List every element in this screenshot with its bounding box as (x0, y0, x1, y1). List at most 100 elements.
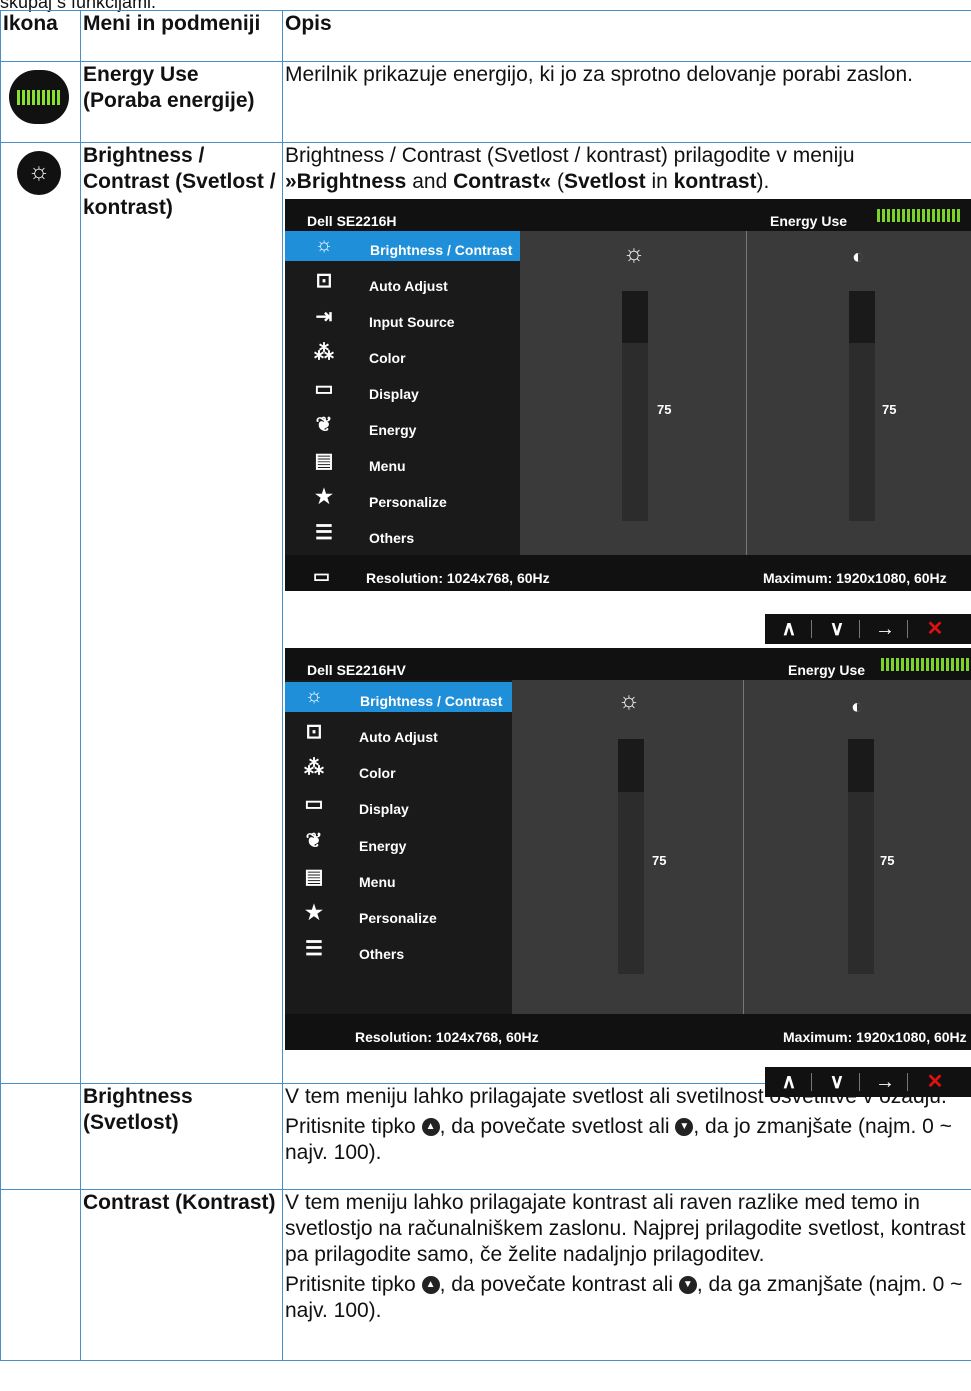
osd-header: Dell SE2216HV Energy Use (285, 648, 971, 680)
enter-button[interactable]: → (865, 614, 905, 644)
resolution-text: Resolution: 1024x768, 60Hz (366, 570, 550, 586)
brightness-sun-icon: ☼ (17, 151, 61, 195)
contrast-row: Contrast (Kontrast) V tem meniju lahko p… (0, 1189, 971, 1361)
header-menu: Meni in podmeniji (80, 10, 283, 62)
osd-menu: ☼ Brightness / Contrast ⊡ Auto Adjust ⇥ Inp… (285, 231, 520, 555)
contrast-icon: ◐ (852, 246, 865, 268)
brightness-value: 75 (652, 853, 667, 868)
menu-item-color[interactable]: ⁂ Color (285, 754, 512, 784)
brightness-slider[interactable] (622, 291, 648, 521)
menu-item-menu[interactable]: ▤ Menu (285, 447, 520, 477)
menu-item-input-source[interactable]: ⇥ Input Source (285, 303, 520, 333)
display-icon: ▭ (304, 793, 324, 815)
brightness-sun-icon: ☼ (623, 240, 645, 267)
color-icon: ⁂ (304, 757, 324, 779)
brightness-icon: ☼ (314, 234, 334, 256)
osd-navigation-bar-1: ∧ ∨ → ✕ (765, 614, 971, 644)
brightness-row: Brightness (Svetlost) V tem meniju lahko… (0, 1083, 971, 1190)
down-button-icon: ▼ (678, 1276, 697, 1295)
brightness-icon-cell: ☼ (0, 142, 81, 1084)
energy-row: Energy Use (Poraba energije) Merilnik pr… (0, 61, 971, 143)
brightness-sun-icon: ☼ (618, 687, 640, 714)
menu-item-energy[interactable]: ❦ Energy (285, 411, 520, 441)
brightness-desc: V tem meniju lahko prilagajate svetlost … (282, 1083, 971, 1190)
nav-separator (907, 1073, 908, 1091)
brightness-contrast-row: ☼ Brightness / Contrast (Svetlost / kont… (0, 142, 971, 1097)
menu-item-energy[interactable]: ❦ Energy (285, 827, 512, 857)
contrast-menu-name: Contrast (Kontrast) (80, 1189, 283, 1361)
osd-screenshot-se2216h: Dell SE2216H Energy Use ☼ Brightness / Co… (285, 199, 971, 591)
energy-desc: Merilnik prikazuje energijo, ki jo za sp… (282, 61, 971, 143)
brightness-contrast-desc-cell: Brightness / Contrast (Svetlost / kontra… (282, 142, 971, 1097)
down-button[interactable]: ∨ (817, 614, 857, 644)
others-sliders-icon: ☰ (305, 938, 323, 960)
resolution-text: Resolution: 1024x768, 60Hz (355, 1029, 539, 1045)
energy-meter-icon (9, 70, 69, 124)
auto-adjust-icon: ⊡ (315, 270, 333, 292)
star-icon: ★ (315, 486, 333, 508)
auto-adjust-icon: ⊡ (305, 721, 323, 743)
nav-separator (907, 620, 908, 638)
up-button-icon: ▲ (421, 1276, 440, 1295)
menu-item-display[interactable]: ▭ Display (285, 375, 520, 405)
menu-item-others[interactable]: ☰ Others (285, 935, 512, 965)
menu-item-personalize[interactable]: ★ Personalize (285, 483, 520, 513)
nav-separator (811, 620, 812, 638)
osd-screenshot-se2216hv: Dell SE2216HV Energy Use ☼ Brightness / C… (285, 648, 971, 1050)
others-sliders-icon: ☰ (315, 522, 333, 544)
menu-item-others[interactable]: ☰ Others (285, 519, 520, 549)
nav-separator (811, 1073, 812, 1091)
contrast-slider[interactable] (849, 291, 875, 521)
brightness-slider[interactable] (618, 739, 644, 974)
close-button[interactable]: ✕ (915, 1067, 955, 1097)
menu-item-personalize[interactable]: ★ Personalize (285, 899, 512, 929)
down-button-icon: ▼ (675, 1118, 694, 1137)
contrast-slider[interactable] (848, 739, 874, 974)
energy-menu-name: Energy Use (Poraba energije) (80, 61, 283, 143)
up-button[interactable]: ∧ (769, 614, 809, 644)
contrast-icon: ◐ (851, 696, 864, 718)
enter-button[interactable]: → (865, 1067, 905, 1097)
header-icon: Ikona (0, 10, 81, 62)
menu-item-display[interactable]: ▭ Display (285, 790, 512, 820)
osd-menu: ☼ Brightness / Contrast ⊡ Auto Adjust ⁂ Col… (285, 680, 512, 1014)
menu-icon: ▤ (304, 866, 324, 888)
contrast-value: 75 (880, 853, 895, 868)
energy-leaf-icon: ❦ (315, 414, 333, 436)
menu-item-brightness-contrast[interactable]: ☼ Brightness / Contrast (285, 231, 520, 261)
contrast-value: 75 (882, 402, 897, 417)
osd-footer: ▭ Resolution: 1024x768, 60Hz Maximum: 19… (285, 555, 971, 591)
energy-leaf-icon: ❦ (305, 830, 323, 852)
menu-item-color[interactable]: ⁂ Color (285, 339, 520, 369)
contrast-slider-fill (849, 291, 875, 343)
brightness-value: 75 (657, 402, 672, 417)
contrast-slider-fill (848, 739, 874, 792)
menu-item-auto-adjust[interactable]: ⊡ Auto Adjust (285, 718, 512, 748)
menu-item-brightness-contrast[interactable]: ☼ Brightness / Contrast (285, 682, 512, 712)
osd-header: Dell SE2216H Energy Use (285, 199, 971, 231)
energy-icon-cell (0, 61, 81, 143)
osd-footer: Resolution: 1024x768, 60Hz Maximum: 1920… (285, 1014, 971, 1050)
energy-use-label: Energy Use (788, 662, 866, 678)
menu-item-menu[interactable]: ▤ Menu (285, 863, 512, 893)
menu-item-auto-adjust[interactable]: ⊡ Auto Adjust (285, 267, 520, 297)
input-source-icon: ⇥ (315, 306, 333, 328)
energy-use-meter (881, 658, 971, 671)
star-icon: ★ (305, 902, 323, 924)
vga-connector-icon: ▭ (313, 566, 331, 586)
contrast-desc: V tem meniju lahko prilagajate kontrast … (282, 1189, 971, 1361)
brightness-contrast-menu-name: Brightness / Contrast (Svetlost / kontra… (80, 142, 283, 1084)
down-button[interactable]: ∨ (817, 1067, 857, 1097)
up-button[interactable]: ∧ (769, 1067, 809, 1097)
panel-divider (743, 680, 744, 1014)
nav-separator (859, 1073, 860, 1091)
menu-icon: ▤ (314, 450, 334, 472)
empty-icon-cell (0, 1083, 81, 1190)
contrast-instruction: Pritisnite tipko ▲, da povečate kontrast… (285, 1273, 963, 1322)
brightness-slider-fill (622, 291, 648, 343)
brightness-contrast-desc: Brightness / Contrast (Svetlost / kontra… (285, 144, 855, 193)
display-icon: ▭ (314, 378, 334, 400)
close-button[interactable]: ✕ (915, 614, 955, 644)
osd-function-table: Ikona Meni in podmeniji Opis Energy Use … (0, 10, 971, 1361)
color-icon: ⁂ (314, 342, 334, 364)
